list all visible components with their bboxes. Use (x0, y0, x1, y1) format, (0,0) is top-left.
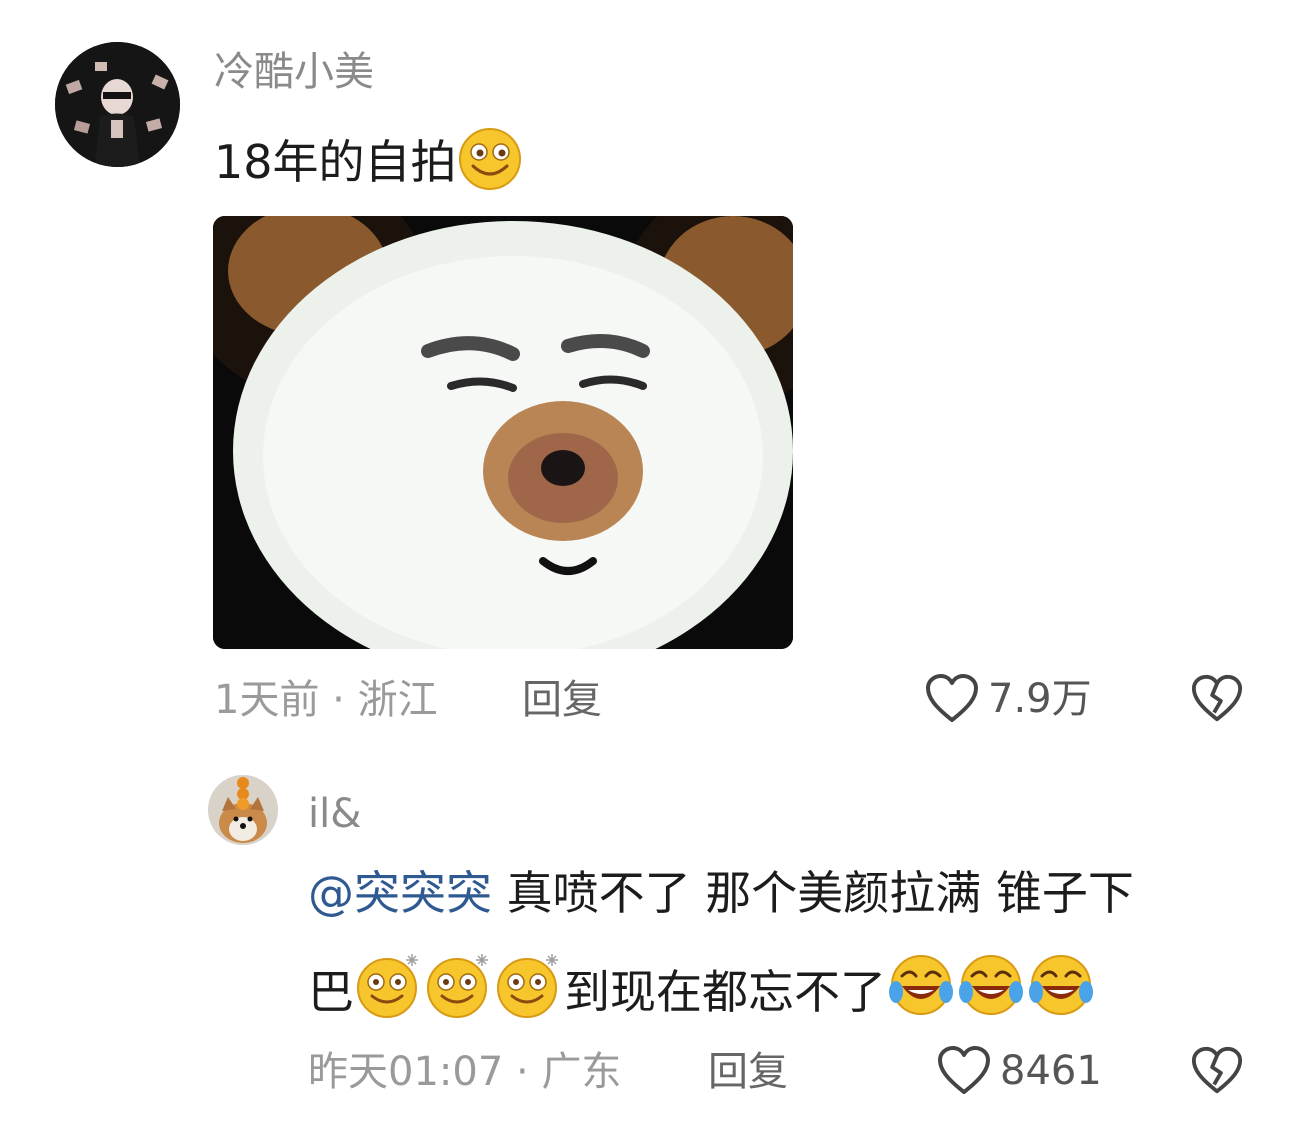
comment-location: 浙江 (357, 677, 438, 723)
comment-time: 1天前 (214, 677, 320, 723)
reply-like-count: 8461 (1000, 1048, 1102, 1094)
reply-time: 昨天01:07 (308, 1049, 504, 1095)
reply-reply-button[interactable]: 回复 (708, 1048, 788, 1096)
reply-button[interactable]: 回复 (522, 676, 602, 724)
dislike-button[interactable] (1190, 673, 1244, 729)
reply-dislike-button[interactable] (1190, 1045, 1244, 1101)
mention-link[interactable]: @突突突 (308, 866, 492, 920)
broken-heart-icon (1191, 674, 1243, 722)
reply-avatar[interactable] (208, 775, 278, 845)
meta-separator: · (332, 677, 345, 723)
reply-like-button[interactable]: 8461 (936, 1045, 1102, 1097)
comment-meta: 1天前 · 浙江 (214, 676, 438, 724)
reply-location: 广东 (541, 1049, 622, 1095)
avatar[interactable] (55, 42, 180, 167)
comment-username[interactable]: 冷酷小美 (214, 48, 374, 96)
reply-text-part2: 巴 (308, 964, 354, 1019)
laugh-cry-emoji-icon (1026, 952, 1096, 1031)
dizzy-emoji-icon (424, 950, 494, 1033)
laugh-cry-emoji-icon (886, 952, 956, 1031)
dog-avatar-image (208, 775, 278, 845)
meta-separator: · (516, 1049, 529, 1095)
heart-icon (938, 1046, 990, 1094)
comment-text: 18年的自拍 (214, 135, 457, 189)
comment-text-row: 18年的自拍 (214, 126, 523, 205)
broken-heart-icon (1191, 1046, 1243, 1094)
reply-username[interactable]: il& (308, 790, 361, 838)
dizzy-emoji-icon (354, 950, 424, 1033)
laugh-cry-emoji-icon (956, 952, 1026, 1031)
reply-text-part1: 真喷不了 那个美颜拉满 锥子下 (492, 866, 1134, 920)
heart-icon (926, 674, 978, 722)
avatar-image (55, 42, 180, 167)
reply-text-line1: @突突突 真喷不了 那个美颜拉满 锥子下 (308, 864, 1134, 922)
reply-meta: 昨天01:07 · 广东 (308, 1048, 621, 1096)
dizzy-emoji-icon (494, 950, 564, 1033)
smile-emoji-icon (457, 126, 523, 205)
like-count: 7.9万 (988, 676, 1092, 722)
panda-meme-image (213, 216, 793, 649)
reply-text-part3: 到现在都忘不了 (564, 964, 886, 1019)
like-button[interactable]: 7.9万 (924, 673, 1092, 725)
comment-image[interactable] (213, 216, 793, 649)
reply-text-line2: 巴 到现在都忘不了 (308, 950, 1096, 1033)
